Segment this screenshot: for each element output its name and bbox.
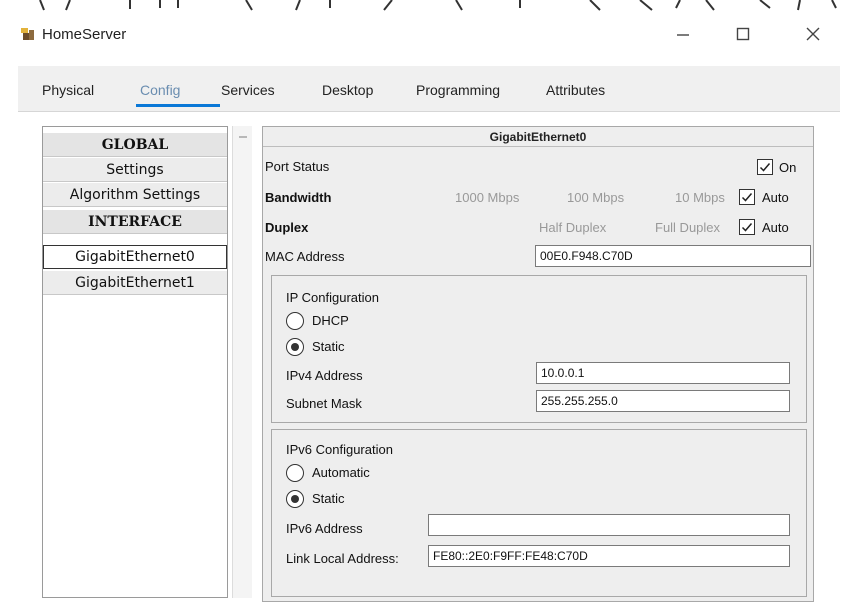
tab-services[interactable]: Services bbox=[221, 82, 275, 98]
bandwidth-1000-option[interactable]: 1000 Mbps bbox=[455, 190, 519, 205]
checkmark-icon bbox=[759, 163, 771, 172]
sidebar-header-interface: INTERFACE bbox=[43, 210, 227, 234]
link-local-address-label: Link Local Address: bbox=[286, 551, 399, 566]
close-button[interactable] bbox=[790, 18, 836, 50]
checkmark-icon bbox=[741, 223, 753, 232]
static-radio[interactable] bbox=[286, 338, 304, 356]
ipv6-configuration-group: IPv6 Configuration Automatic Static IPv6… bbox=[271, 429, 807, 597]
checkmark-icon bbox=[741, 193, 753, 202]
ipv4-address-field[interactable]: 10.0.0.1 bbox=[536, 362, 790, 384]
tab-attributes[interactable]: Attributes bbox=[546, 82, 605, 98]
port-status-label: Port Status bbox=[265, 159, 330, 174]
sidebar-item-gigabitethernet1[interactable]: GigabitEthernet1 bbox=[43, 271, 227, 295]
static-label: Static bbox=[312, 339, 345, 354]
sidebar-item-settings[interactable]: Settings bbox=[43, 158, 227, 182]
port-status-on-label: On bbox=[779, 160, 797, 175]
tab-config[interactable]: Config bbox=[140, 82, 180, 98]
minimize-button[interactable] bbox=[660, 18, 706, 50]
interface-config-panel: GigabitEthernet0 Port Status On Bandwidt… bbox=[262, 126, 814, 602]
minimize-icon bbox=[677, 34, 689, 36]
interface-title: GigabitEthernet0 bbox=[263, 127, 813, 147]
maximize-button[interactable] bbox=[720, 18, 766, 50]
subnet-mask-label: Subnet Mask bbox=[286, 396, 362, 411]
ipv6-configuration-title: IPv6 Configuration bbox=[286, 442, 393, 457]
tab-physical[interactable]: Physical bbox=[42, 82, 94, 98]
ipv4-address-label: IPv4 Address bbox=[286, 368, 363, 383]
tab-programming[interactable]: Programming bbox=[416, 82, 500, 98]
mac-address-field[interactable]: 00E0.F948.C70D bbox=[535, 245, 811, 267]
packet-tracer-server-icon bbox=[21, 28, 34, 40]
bandwidth-100-option[interactable]: 100 Mbps bbox=[567, 190, 624, 205]
close-icon bbox=[806, 27, 820, 41]
panel-splitter[interactable] bbox=[232, 126, 252, 598]
ipv6-static-label: Static bbox=[312, 491, 345, 506]
ipv6-automatic-radio[interactable] bbox=[286, 464, 304, 482]
ipv6-address-field[interactable] bbox=[428, 514, 790, 536]
maximize-icon bbox=[736, 27, 750, 41]
config-sidebar: GLOBAL Settings Algorithm Settings INTER… bbox=[42, 126, 228, 598]
splitter-grip bbox=[239, 136, 247, 138]
duplex-full-option[interactable]: Full Duplex bbox=[655, 220, 720, 235]
ipv6-automatic-label: Automatic bbox=[312, 465, 370, 480]
active-tab-indicator bbox=[136, 104, 220, 107]
duplex-label: Duplex bbox=[265, 220, 309, 235]
dhcp-radio[interactable] bbox=[286, 312, 304, 330]
sidebar-item-algorithm-settings[interactable]: Algorithm Settings bbox=[43, 183, 227, 207]
duplex-half-option[interactable]: Half Duplex bbox=[539, 220, 606, 235]
port-status-checkbox[interactable] bbox=[757, 159, 773, 175]
sidebar-header-global: GLOBAL bbox=[43, 133, 227, 157]
tab-bar: Physical Config Services Desktop Program… bbox=[18, 66, 840, 112]
sidebar-item-gigabitethernet0[interactable]: GigabitEthernet0 bbox=[43, 245, 227, 269]
bottom-edge bbox=[0, 602, 842, 608]
title-bar: HomeServer bbox=[0, 12, 842, 56]
tab-desktop[interactable]: Desktop bbox=[322, 82, 373, 98]
bandwidth-auto-label: Auto bbox=[762, 190, 789, 205]
ipv6-static-radio[interactable] bbox=[286, 490, 304, 508]
window-title: HomeServer bbox=[42, 26, 127, 43]
background-strip bbox=[0, 0, 842, 12]
bandwidth-10-option[interactable]: 10 Mbps bbox=[675, 190, 725, 205]
mac-address-label: MAC Address bbox=[265, 249, 345, 264]
app-window: HomeServer Physical Config Services Desk… bbox=[0, 0, 842, 608]
dhcp-label: DHCP bbox=[312, 313, 349, 328]
duplex-auto-label: Auto bbox=[762, 220, 789, 235]
bandwidth-label: Bandwidth bbox=[265, 190, 332, 205]
bandwidth-auto-checkbox[interactable] bbox=[739, 189, 755, 205]
ipv6-address-label: IPv6 Address bbox=[286, 521, 363, 536]
ip-configuration-title: IP Configuration bbox=[286, 290, 379, 305]
ip-configuration-group: IP Configuration DHCP Static IPv4 Addres… bbox=[271, 275, 807, 423]
subnet-mask-field[interactable]: 255.255.255.0 bbox=[536, 390, 790, 412]
duplex-auto-checkbox[interactable] bbox=[739, 219, 755, 235]
link-local-address-field[interactable]: FE80::2E0:F9FF:FE48:C70D bbox=[428, 545, 790, 567]
